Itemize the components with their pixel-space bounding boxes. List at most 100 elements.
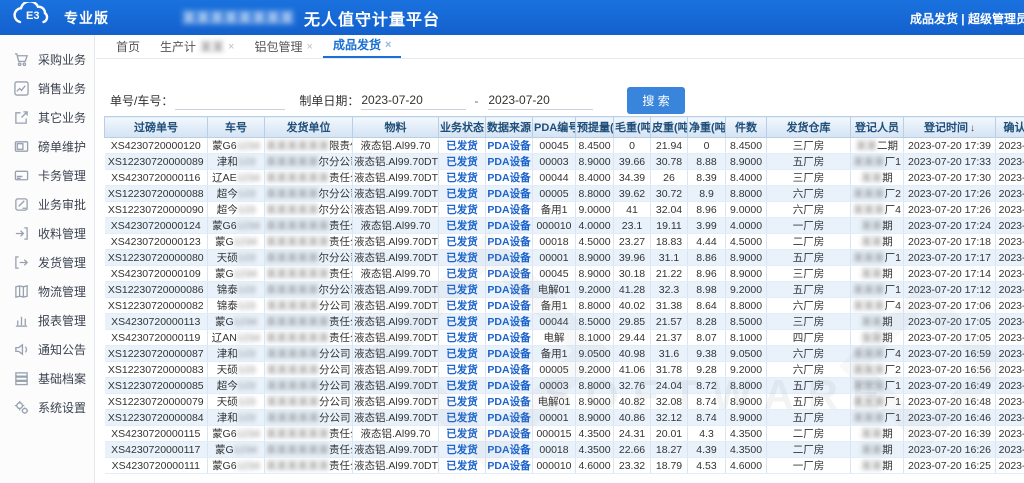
column-header-件数[interactable]: 件数 bbox=[726, 117, 767, 138]
table-row[interactable]: XS4230720000120 蒙G61234 某某某某某某限责任公司 液态铝.… bbox=[105, 138, 1024, 154]
tab-close-icon[interactable]: × bbox=[307, 41, 313, 53]
sidebar-item-报表管理[interactable]: 报表管理 bbox=[0, 306, 94, 335]
column-header-净重(吨)[interactable]: 净重(吨) bbox=[688, 117, 726, 138]
table-row[interactable]: XS12230720000086 锦泰123 某某某某某尔分公司 液态铝.Al9… bbox=[105, 282, 1024, 298]
sidebar-item-卡务管理[interactable]: 卡务管理 bbox=[0, 161, 94, 190]
cell-tare: 32.3 bbox=[651, 282, 688, 298]
cell-consignor: 某某某某某尔分公司 bbox=[265, 282, 353, 298]
table-row[interactable]: XS4230720000109 蒙G1234 某某某某某某责任公司 液态铝.Al… bbox=[105, 266, 1024, 282]
tab-close-icon[interactable]: × bbox=[228, 41, 234, 53]
table-row[interactable]: XS4230720000116 辽AE1234 某某某某某某责任公司 液态铝.A… bbox=[105, 170, 1024, 186]
column-header-预提量(吨)[interactable]: 预提量(吨) bbox=[576, 117, 614, 138]
cell-material: 液态铝.Al99.70DT bbox=[353, 186, 439, 202]
column-header-PDA编号[interactable]: PDA编号 bbox=[533, 117, 576, 138]
sidebar-item-发货管理[interactable]: 发货管理 bbox=[0, 248, 94, 277]
cell-pda-no: 00003 bbox=[533, 154, 576, 170]
order-filter-label: 单号/车号： bbox=[110, 92, 173, 109]
cell-gross: 22.66 bbox=[614, 442, 651, 458]
cell-tare: 26 bbox=[651, 170, 688, 186]
table-row[interactable]: XS4230720000117 蒙G1234 某某某某某某责任公司 液态铝.Al… bbox=[105, 442, 1024, 458]
column-header-发货仓库[interactable]: 发货仓库 bbox=[767, 117, 851, 138]
tab-成品发货[interactable]: 成品发货 × bbox=[323, 32, 401, 58]
search-button[interactable]: 搜 索 bbox=[627, 87, 684, 114]
tab-铝包管理[interactable]: 铝包管理 × bbox=[244, 34, 322, 58]
column-header-确认时间[interactable]: 确认时间 bbox=[996, 117, 1024, 138]
cell-registrar: 某某期 bbox=[851, 266, 904, 282]
cell-confirm-time: 2023-07-20 bbox=[996, 154, 1024, 170]
cell-pieces: 9.2000 bbox=[726, 362, 767, 378]
sidebar-item-磅单维护[interactable]: 磅单维护 bbox=[0, 132, 94, 161]
cell-pda-no: 00005 bbox=[533, 362, 576, 378]
cell-reg-time: 2023-07-20 17:26 bbox=[904, 202, 996, 218]
table-row[interactable]: XS4230720000119 辽AN1234 某某某某某某责任公司 液态铝.A… bbox=[105, 330, 1024, 346]
sidebar-item-采购业务[interactable]: 采购业务 bbox=[0, 45, 94, 74]
column-header-车号[interactable]: 车号 bbox=[208, 117, 265, 138]
table-row[interactable]: XS4230720000113 蒙G1234 某某某某某某责任公司 液态铝.Al… bbox=[105, 314, 1024, 330]
table-row[interactable]: XS4230720000111 蒙G61234 某某某某某某责任公司 液态铝.A… bbox=[105, 458, 1024, 474]
cell-consignor: 某某某某某某责任公司 bbox=[265, 442, 353, 458]
user-info[interactable]: 成品发货 | 超级管理员 bbox=[910, 10, 1024, 27]
cell-net: 9.28 bbox=[688, 362, 726, 378]
table-row[interactable]: XS4230720000123 蒙G1234 某某某某某某责任公司 液态铝.Al… bbox=[105, 234, 1024, 250]
cell-reg-time: 2023-07-20 16:56 bbox=[904, 362, 996, 378]
table-row[interactable]: XS12230720000083 天硕123 某某某某某分公司 液态铝.Al99… bbox=[105, 362, 1024, 378]
table-row[interactable]: XS12230720000082 锦泰123 某某某某某分公司 液态铝.Al99… bbox=[105, 298, 1024, 314]
sidebar-item-通知公告[interactable]: 通知公告 bbox=[0, 335, 94, 364]
sidebar-item-销售业务[interactable]: 销售业务 bbox=[0, 74, 94, 103]
cell-source: PDA设备 bbox=[486, 426, 533, 442]
table-row[interactable]: XS12230720000088 超今123 某某某某某尔分公司 液态铝.Al9… bbox=[105, 186, 1024, 202]
table-row[interactable]: XS12230720000079 天硕123 某某某某某分公司 液态铝.Al99… bbox=[105, 394, 1024, 410]
cell-reg-time: 2023-07-20 17:26 bbox=[904, 186, 996, 202]
cell-reg-time: 2023-07-20 16:25 bbox=[904, 458, 996, 474]
sidebar-item-业务审批[interactable]: 业务审批 bbox=[0, 190, 94, 219]
table-row[interactable]: XS12230720000090 超今123 某某某某某尔分公司 液态铝.Al9… bbox=[105, 202, 1024, 218]
column-header-数据来源[interactable]: 数据来源 bbox=[486, 117, 533, 138]
table-row[interactable]: XS12230720000085 超今123 某某某某某分公司 液态铝.Al99… bbox=[105, 378, 1024, 394]
cell-tare: 18.27 bbox=[651, 442, 688, 458]
column-header-过磅单号[interactable]: 过磅单号 bbox=[105, 117, 208, 138]
sidebar-item-收料管理[interactable]: 收料管理 bbox=[0, 219, 94, 248]
sidebar-item-其它业务[interactable]: 其它业务 bbox=[0, 103, 94, 132]
sidebar-item-基础档案[interactable]: 基础档案 bbox=[0, 364, 94, 393]
cell-consignor: 某某某某某分公司 bbox=[265, 394, 353, 410]
cell-weigh-no: XS4230720000123 bbox=[105, 234, 208, 250]
table-row[interactable]: XS4230720000115 蒙G61234 某某某某某某责任公司 液态铝.A… bbox=[105, 426, 1024, 442]
cell-net: 8.88 bbox=[688, 154, 726, 170]
cell-reg-time: 2023-07-20 16:49 bbox=[904, 378, 996, 394]
cell-registrar: 某某期 bbox=[851, 314, 904, 330]
cell-pre-qty: 4.5000 bbox=[576, 234, 614, 250]
cell-material: 液态铝.Al99.70 bbox=[353, 266, 439, 282]
cell-consignor: 某某某某某某责任公司 bbox=[265, 266, 353, 282]
column-header-皮重(吨)[interactable]: 皮重(吨) bbox=[651, 117, 688, 138]
column-header-登记人员[interactable]: 登记人员 bbox=[851, 117, 904, 138]
sidebar-item-系统设置[interactable]: 系统设置 bbox=[0, 393, 94, 422]
sidebar-item-物流管理[interactable]: 物流管理 bbox=[0, 277, 94, 306]
cell-confirm-time: 2023-07-20 bbox=[996, 186, 1024, 202]
cell-pda-no: 电解 bbox=[533, 330, 576, 346]
table-row[interactable]: XS4230720000124 蒙G61234 某某某某某某责任公司 液态铝.A… bbox=[105, 218, 1024, 234]
tab-生产计[interactable]: 生产计某某 × bbox=[150, 34, 244, 58]
column-header-毛重(吨)[interactable]: 毛重(吨) bbox=[614, 117, 651, 138]
cell-tare: 32.04 bbox=[651, 202, 688, 218]
date-to-input[interactable] bbox=[488, 92, 593, 110]
column-header-业务状态[interactable]: 业务状态 bbox=[439, 117, 486, 138]
table-row[interactable]: XS12230720000084 津和123 某某某某某分公司 液态铝.Al99… bbox=[105, 410, 1024, 426]
cell-registrar: 某某期 bbox=[851, 234, 904, 250]
column-header-登记时间[interactable]: 登记时间↓ bbox=[904, 117, 996, 138]
cell-confirm-time: 2023-07-20 bbox=[996, 170, 1024, 186]
cell-net: 9.38 bbox=[688, 346, 726, 362]
tab-close-icon[interactable]: × bbox=[385, 39, 391, 51]
cell-warehouse: 四厂房 bbox=[767, 330, 851, 346]
column-header-物料[interactable]: 物料 bbox=[353, 117, 439, 138]
tab-首页[interactable]: 首页 bbox=[106, 34, 150, 58]
cell-weigh-no: XS4230720000111 bbox=[105, 458, 208, 474]
order-search-input[interactable] bbox=[175, 92, 285, 110]
date-from-input[interactable] bbox=[361, 92, 466, 110]
table-row[interactable]: XS12230720000080 天硕123 某某某某某尔分公司 液态铝.Al9… bbox=[105, 250, 1024, 266]
table-row[interactable]: XS12230720000087 津和123 某某某某某分公司 液态铝.Al99… bbox=[105, 346, 1024, 362]
cell-registrar: 某某某厂1 bbox=[851, 282, 904, 298]
cell-material: 液态铝.Al99.70 bbox=[353, 218, 439, 234]
table-row[interactable]: XS12230720000089 津和123 某某某某某尔分公司 液态铝.Al9… bbox=[105, 154, 1024, 170]
column-header-发货单位[interactable]: 发货单位 bbox=[265, 117, 353, 138]
cell-registrar: 某某二期 bbox=[851, 138, 904, 154]
